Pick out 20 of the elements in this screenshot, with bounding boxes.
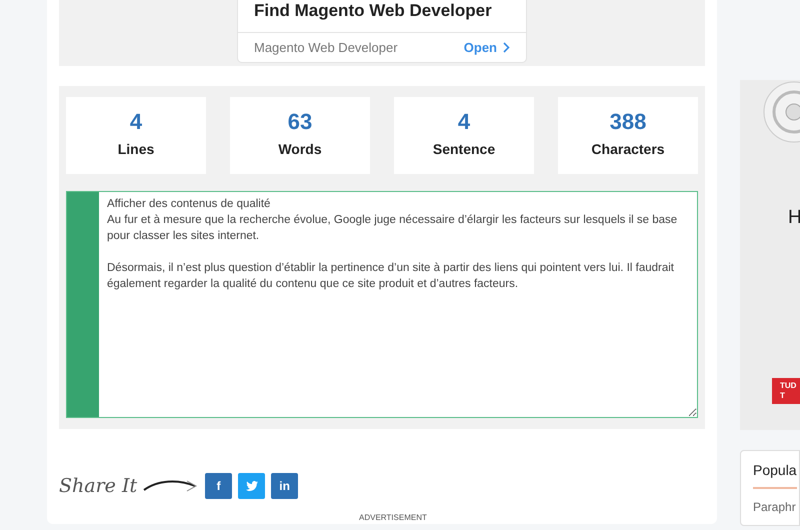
ad-subtitle: Magento Web Developer bbox=[254, 38, 398, 57]
stat-label: Words bbox=[278, 140, 322, 159]
popular-title: Popula bbox=[753, 460, 797, 489]
stat-value: 388 bbox=[610, 111, 646, 133]
stat-value: 4 bbox=[130, 111, 142, 133]
text-area[interactable]: Afficher des contenus de qualité Au fur et à mesure que la recherche évolue, Google juge nécessaire d’élargir les facteurs sur lesquels il se base pour classer les sites internet. Désormais, il n’est plus question d’établir la pertinence d’un site à partir des liens qui pointent vers lui. Il faudrait également regarder la qualité du contenu que ce site produit et d’autres facteurs. bbox=[99, 192, 697, 417]
ad-title: Find Magento Web Developer bbox=[253, 0, 493, 22]
stat-value: 4 bbox=[458, 111, 470, 133]
linkedin-button[interactable]: in bbox=[271, 473, 298, 500]
ad-button[interactable]: TUD T bbox=[772, 378, 800, 404]
share-label: Share It bbox=[59, 474, 138, 499]
stat-label: Sentence bbox=[432, 140, 496, 159]
advertisement-label: ADVERTISEMENT bbox=[359, 512, 428, 524]
stat-label: Lines bbox=[118, 140, 154, 159]
popular-item[interactable]: Paraphr bbox=[753, 489, 799, 525]
facebook-button[interactable]: f bbox=[205, 473, 232, 500]
ad-heading: H bbox=[788, 206, 800, 230]
stat-label: Characters bbox=[591, 140, 665, 159]
stat-value: 63 bbox=[288, 111, 312, 133]
open-link[interactable]: Open bbox=[464, 38, 510, 57]
